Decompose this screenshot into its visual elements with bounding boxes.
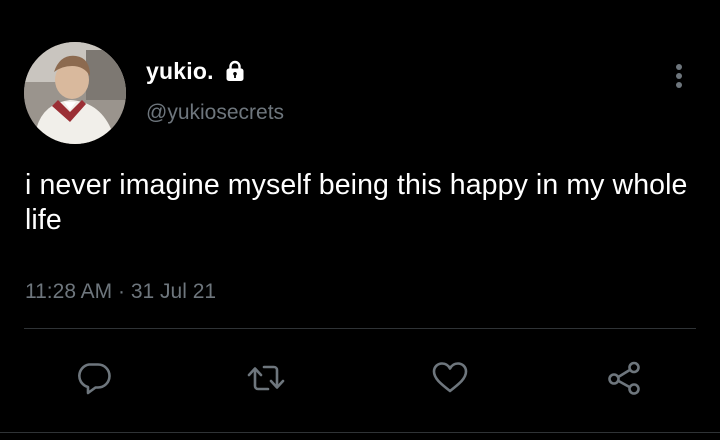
tweet-date: 31 Jul 21 bbox=[130, 280, 217, 303]
reply-button[interactable] bbox=[76, 360, 112, 396]
display-name[interactable]: yukio. bbox=[146, 58, 214, 85]
bottom-divider bbox=[0, 432, 720, 433]
timestamp-row[interactable]: 11:28 AM · 31 Jul 21 bbox=[25, 280, 216, 304]
reply-icon bbox=[78, 363, 111, 395]
retweet-button[interactable] bbox=[246, 360, 285, 396]
timestamp-separator: · bbox=[118, 280, 126, 303]
heart-icon bbox=[432, 362, 468, 393]
divider bbox=[24, 328, 696, 329]
like-button[interactable] bbox=[431, 360, 468, 396]
tweet: yukio. @yukiosecrets i never imagine mys… bbox=[0, 0, 720, 440]
tweet-text: i never imagine myself being this happy … bbox=[25, 169, 688, 236]
share-icon bbox=[608, 361, 640, 395]
tweet-time: 11:28 AM bbox=[25, 280, 113, 303]
share-button[interactable] bbox=[606, 360, 642, 396]
more-vertical-icon[interactable] bbox=[664, 62, 694, 92]
user-handle[interactable]: @yukiosecrets bbox=[146, 101, 284, 125]
lock-icon bbox=[224, 60, 246, 82]
name-row: yukio. bbox=[146, 56, 246, 86]
avatar[interactable] bbox=[24, 42, 126, 144]
retweet-icon bbox=[247, 365, 285, 391]
